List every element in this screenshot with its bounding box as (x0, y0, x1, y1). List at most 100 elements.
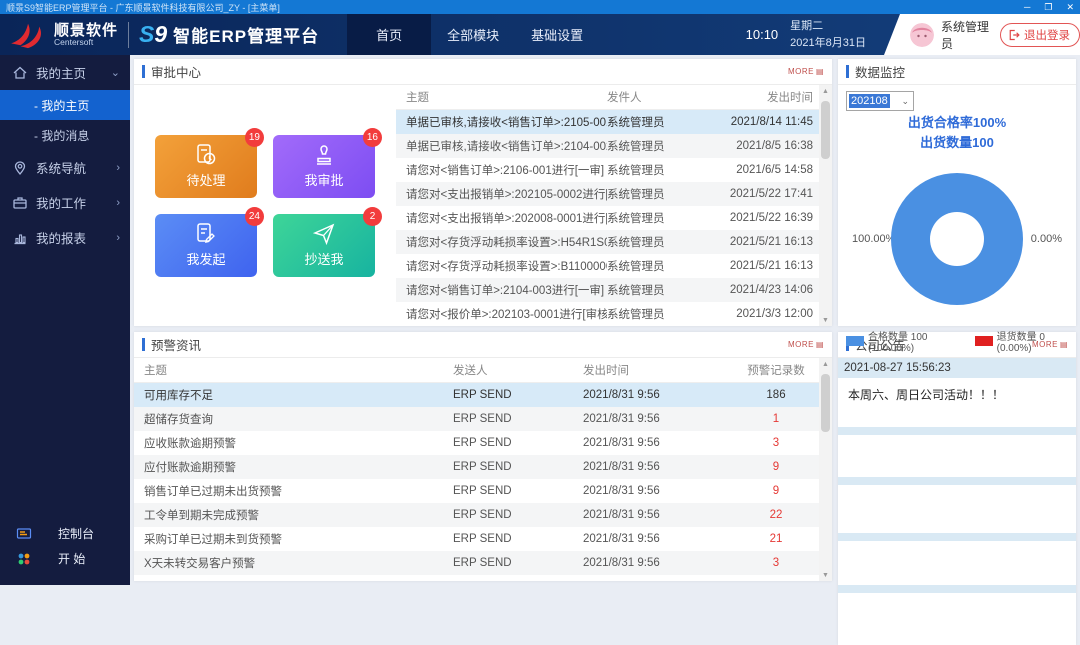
product-name: 智能ERP管理平台 (173, 22, 319, 47)
briefcase-icon (12, 195, 28, 211)
alert-row[interactable]: X天未转交易客户预警ERP SEND2021/8/31 9:563 (134, 551, 819, 575)
notice-text: 本周六、周日公司活动！！！ (838, 378, 1076, 423)
user-name: 系统管理员 (941, 18, 991, 52)
more-icon: ▤ (816, 67, 824, 76)
scroll-up-icon[interactable]: ▲ (822, 85, 829, 97)
bar-chart-icon (12, 230, 28, 246)
chevron-right-icon: › (116, 162, 120, 174)
tile-cc-to-me[interactable]: 2 抄送我 (273, 214, 375, 277)
sidebar: 我的主页 ⌄ - 我的主页 - 我的消息 系统导航 › 我的工作 › 我的报表 … (0, 55, 130, 585)
brand-logo: 顺景软件 Centersoft (0, 21, 118, 49)
minimize-button[interactable]: ─ (1024, 2, 1030, 13)
donut-chart: 100.00% 0.00% (846, 158, 1068, 320)
header-clock: 10:10 星期二 2021年8月31日 (746, 18, 866, 51)
alert-row[interactable]: 超储存货查询ERP SEND2021/8/31 9:561 (134, 407, 819, 431)
approval-row[interactable]: 单据已审核,请接收<销售订单>:2105-001系统管理员2021/8/14 1… (396, 110, 819, 134)
panel-accent (846, 65, 849, 78)
more-icon: ▤ (816, 340, 824, 349)
my-approvals-badge: 16 (363, 128, 382, 147)
pass-rate-text: 出货合格率100% (846, 113, 1068, 133)
approval-tiles: 19 待处理 16 (134, 85, 396, 326)
monitor-panel-title: 数据监控 (855, 62, 905, 81)
start-icon (16, 551, 32, 567)
sidebar-item-my-messages[interactable]: - 我的消息 (0, 120, 130, 150)
console-button[interactable]: 控制台 (0, 521, 130, 546)
data-monitor-panel: 数据监控 202108 ⌄ 出货合格率100% 出货数量100 100.00% … (838, 59, 1076, 326)
scroll-thumb[interactable] (821, 374, 830, 432)
doc-clock-icon (194, 143, 218, 167)
alerts-more-button[interactable]: MORE▤ (788, 340, 824, 349)
initiated-badge: 24 (245, 207, 264, 226)
close-button[interactable]: ✕ (1066, 2, 1074, 13)
notice-panel: 公司公告 MORE▤ 2021-08-27 15:56:23 本周六、周日公司活… (838, 332, 1076, 645)
alert-row[interactable]: 应收账款逾期预警ERP SEND2021/8/31 9:563 (134, 431, 819, 455)
nav-tab-home[interactable]: 首页 (347, 14, 431, 55)
logout-button[interactable]: 退出登录 (1000, 23, 1080, 47)
sidebar-group-my-home[interactable]: 我的主页 ⌄ (0, 55, 130, 90)
tile-initiated-by-me[interactable]: 24 我发起 (155, 214, 257, 277)
sidebar-group-my-reports[interactable]: 我的报表 › (0, 220, 130, 255)
chart-legend: 合格数量 100 (100.00%) 退货数量 0 (0.00%) (846, 328, 1068, 354)
approval-row[interactable]: 单据已审核,请接收<销售订单>:2104-002系统管理员2021/8/5 16… (396, 134, 819, 158)
map-pin-icon (12, 160, 28, 176)
sidebar-group-my-work[interactable]: 我的工作 › (0, 185, 130, 220)
sidebar-group-system-nav[interactable]: 系统导航 › (0, 150, 130, 185)
approval-panel-title: 审批中心 (151, 62, 201, 81)
approval-scrollbar[interactable]: ▲ ▼ (819, 85, 832, 326)
approval-row[interactable]: 请您对<销售订单>:2104-003进行[一审]系统管理员2021/4/23 1… (396, 278, 819, 302)
scroll-down-icon[interactable]: ▼ (822, 569, 829, 581)
nav-tab-settings[interactable]: 基础设置 (515, 14, 599, 55)
tile-pending[interactable]: 19 待处理 (155, 135, 257, 198)
clock-date: 2021年8月31日 (790, 37, 866, 49)
window-title: 顺景S9智能ERP管理平台 - 广东顺景软件科技有限公司_ZY - [主菜单] (6, 1, 1024, 14)
alerts-table-header: 主题 发送人 发出时间 预警记录数 (134, 358, 819, 383)
cc-badge: 2 (363, 207, 382, 226)
approval-row[interactable]: 请您对<报价单>:202103-0001进行[审核]系统管理员2021/3/3 … (396, 302, 819, 326)
main-content: 审批中心 MORE▤ 19 待处理 (130, 55, 1080, 585)
notice-empty-row (838, 427, 1076, 435)
avatar[interactable] (910, 23, 934, 47)
alert-row[interactable]: 应付账款逾期预警ERP SEND2021/8/31 9:569 (134, 455, 819, 479)
alert-row[interactable]: 工令单到期未完成预警ERP SEND2021/8/31 9:5622 (134, 503, 819, 527)
period-value: 202108 (849, 94, 890, 108)
approval-row[interactable]: 请您对<支出报销单>:202008-0001进行[审核]系统管理员2021/5/… (396, 206, 819, 230)
approval-row[interactable]: 请您对<销售订单>:2106-001进行[一审]系统管理员2021/6/5 14… (396, 158, 819, 182)
alerts-panel: 预警资讯 MORE▤ 主题 发送人 发出时间 预警记录数 可用库存不足ERP S… (134, 332, 832, 581)
notice-empty-row (838, 585, 1076, 593)
tile-my-approvals[interactable]: 16 我审批 (273, 135, 375, 198)
brand-name: 顺景软件 (54, 23, 118, 38)
brand-subtitle: Centersoft (54, 38, 118, 47)
panel-accent (142, 65, 145, 78)
period-select[interactable]: 202108 ⌄ (846, 91, 914, 111)
console-icon (16, 526, 32, 542)
alert-row[interactable]: 采购订单已过期未到货预警ERP SEND2021/8/31 9:5621 (134, 527, 819, 551)
panel-accent (142, 338, 145, 351)
sidebar-item-my-home[interactable]: - 我的主页 (0, 90, 130, 120)
s9-logo: S9 (139, 21, 167, 48)
notice-empty-row (838, 533, 1076, 541)
scroll-up-icon[interactable]: ▲ (822, 358, 829, 370)
logout-icon (1008, 29, 1020, 41)
brand-divider (128, 22, 129, 48)
donut-right-label: 0.00% (1031, 233, 1062, 245)
user-area: 系统管理员 退出登录 (884, 14, 1080, 55)
legend-return: 退货数量 0 (0.00%) (997, 328, 1068, 354)
alert-row[interactable]: 可用库存不足ERP SEND2021/8/31 9:56186 (134, 383, 819, 407)
nav-tab-modules[interactable]: 全部模块 (431, 14, 515, 55)
approval-row[interactable]: 请您对<存货浮动耗损率设置>:B11000001进行[审核]系统管理员2021/… (396, 254, 819, 278)
alerts-table: 主题 发送人 发出时间 预警记录数 可用库存不足ERP SEND2021/8/3… (134, 358, 819, 581)
approval-more-button[interactable]: MORE▤ (788, 67, 824, 76)
approval-row[interactable]: 请您对<存货浮动耗损率设置>:H54R1S006002进行[审核]系统管理员20… (396, 230, 819, 254)
maximize-button[interactable]: ❐ (1044, 2, 1052, 13)
alert-row[interactable]: 销售订单已过期未出货预警ERP SEND2021/8/31 9:569 (134, 479, 819, 503)
approval-table-header: 主题 发件人 发出时间 (396, 85, 819, 110)
start-button[interactable]: 开 始 (0, 546, 130, 571)
approval-row[interactable]: 请您对<支出报销单>:202105-0002进行[审核]系统管理员2021/5/… (396, 182, 819, 206)
notice-timestamp[interactable]: 2021-08-27 15:56:23 (838, 358, 1076, 378)
chevron-right-icon: › (116, 232, 120, 244)
clock-time: 10:10 (746, 27, 779, 42)
scroll-down-icon[interactable]: ▼ (822, 314, 829, 326)
alerts-scrollbar[interactable]: ▲ ▼ (819, 358, 832, 581)
approval-table: 主题 发件人 发出时间 单据已审核,请接收<销售订单>:2105-001系统管理… (396, 85, 819, 326)
scroll-thumb[interactable] (821, 101, 830, 159)
